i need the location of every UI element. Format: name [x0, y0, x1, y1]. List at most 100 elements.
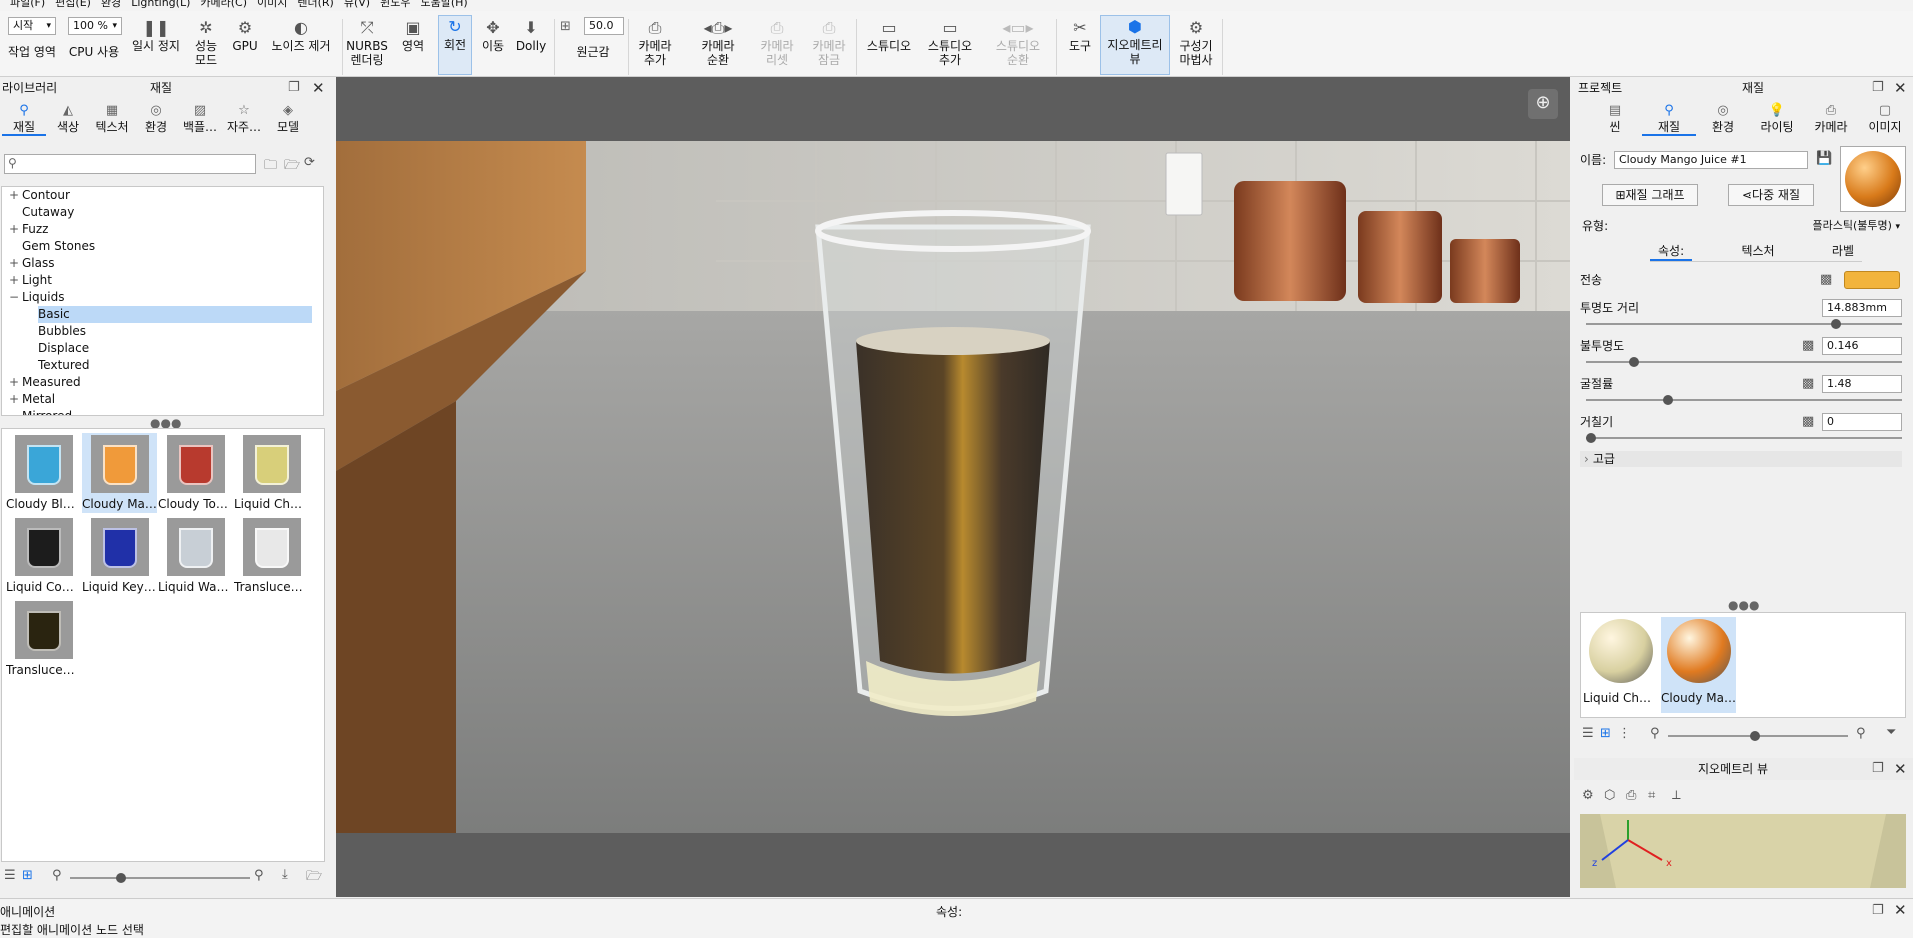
zoom-in-icon[interactable]: ⚲ [254, 868, 264, 883]
property-slider[interactable] [1586, 433, 1902, 443]
mesh-icon[interactable]: ⌗ [1648, 788, 1655, 803]
advanced-section[interactable]: › 고급 [1580, 451, 1902, 467]
material-name-input[interactable]: Cloudy Mango Juice #1 [1614, 151, 1808, 169]
rotate-button[interactable]: ↻ 회전 [438, 15, 472, 75]
move-button[interactable]: ✥ 이동 [476, 17, 510, 75]
texture-map-icon[interactable]: ▩ [1820, 272, 1832, 287]
project-tab[interactable]: ▢ 이미지 [1858, 102, 1912, 136]
menu-item[interactable]: 환경 [101, 0, 121, 10]
property-slider[interactable] [1586, 319, 1902, 329]
expand-toggle-icon[interactable]: + [6, 391, 22, 408]
list-view-icon[interactable]: ☰ [4, 868, 16, 883]
menu-item[interactable]: 편집(E) [55, 0, 91, 10]
tree-item[interactable]: + Contour [9, 187, 70, 204]
axes-icon[interactable]: ⟂ [1672, 788, 1681, 803]
menu-item[interactable]: 윈도우 [380, 0, 410, 10]
camera-reset-button[interactable]: ⎙ 카메라 리셋 [754, 17, 800, 75]
float-panel-icon[interactable]: ❐ [1872, 758, 1884, 780]
settings-icon[interactable]: ⚙ [1582, 788, 1594, 803]
library-search-input[interactable]: ⚲ [4, 154, 256, 174]
expand-toggle-icon[interactable]: + [6, 221, 22, 238]
thumbnail-size-slider[interactable] [1668, 731, 1848, 741]
project-tab[interactable]: ⚲ 재질 [1642, 102, 1696, 136]
menu-item[interactable]: 도움말(H) [420, 0, 467, 10]
tree-item[interactable]: Textured [38, 357, 90, 374]
tree-item[interactable]: Cutaway [22, 204, 74, 221]
material-thumbnail[interactable]: Liquid Char… [234, 433, 309, 513]
library-tab[interactable]: ◈ 모델 [266, 102, 310, 136]
rendered-scene[interactable] [336, 141, 1570, 833]
add-studio-button[interactable]: ▭ 스튜디오 추가 [922, 17, 978, 75]
expand-toggle-icon[interactable]: − [6, 289, 22, 306]
library-tab[interactable]: ▦ 텍스처 [90, 102, 134, 136]
menu-item[interactable]: 이미지 [257, 0, 287, 10]
project-tab[interactable]: 💡 라이팅 [1750, 102, 1804, 136]
slider-knob[interactable] [1830, 319, 1841, 329]
slider-knob[interactable] [1628, 357, 1639, 367]
studio-cycle-button[interactable]: ◂▭▸ 스튜디오 순환 [988, 17, 1048, 75]
float-panel-icon[interactable]: ❐ [1872, 77, 1884, 99]
close-icon[interactable]: ✕ [1894, 901, 1907, 919]
project-tab[interactable]: ◎ 환경 [1696, 102, 1750, 136]
material-thumbnail[interactable]: Liquid KeyS… [82, 516, 157, 596]
library-tab[interactable]: ◭ 색상 [46, 102, 90, 136]
geometry-view-canvas[interactable]: z x [1580, 814, 1906, 888]
property-value-input[interactable]: 1.48 [1822, 375, 1902, 393]
zoom-in-icon[interactable]: ⚲ [1856, 726, 1866, 741]
list-view-icon[interactable]: ☰ [1582, 726, 1594, 741]
close-icon[interactable]: ✕ [312, 77, 325, 99]
performance-mode-button[interactable]: ✲ 성능 모드 [188, 17, 224, 75]
property-slider[interactable] [1586, 357, 1902, 367]
slider-knob[interactable] [1662, 395, 1673, 405]
material-type-select[interactable]: 플라스틱(불투명) ▾ [1762, 218, 1904, 236]
material-thumbnail[interactable]: Liquid Coffee [6, 516, 81, 596]
library-tab[interactable]: ◎ 환경 [134, 102, 178, 136]
camera-cycle-button[interactable]: ◂⎙▸ 카메라 순환 [690, 17, 746, 75]
perspective-button[interactable]: 원근감 [566, 45, 620, 69]
property-value-input[interactable]: 0 [1822, 413, 1902, 431]
gpu-button[interactable]: ⚙ GPU [228, 17, 262, 75]
material-thumbnail[interactable]: Cloudy Man… [82, 433, 157, 513]
slider-knob[interactable] [1750, 731, 1760, 741]
scene-material-thumbnail[interactable]: Cloudy Ma… [1661, 617, 1736, 713]
save-icon[interactable]: 💾 [1816, 151, 1832, 166]
nurbs-render-button[interactable]: ⤱ NURBS 렌더링 [346, 17, 388, 75]
geometry-view-button[interactable]: ⬢ 지오메트리 뷰 [1100, 15, 1170, 75]
cpu-button[interactable]: CPU 사용 [66, 45, 122, 69]
tree-item[interactable]: + Glass [9, 255, 55, 272]
project-tab[interactable]: ⎙ 카메라 [1804, 102, 1858, 136]
camera-icon[interactable]: ⎙ [1626, 788, 1636, 803]
slider-knob[interactable] [116, 873, 126, 883]
property-subtab[interactable]: 텍스처 [1733, 242, 1782, 261]
tree-item[interactable]: Bubbles [38, 323, 86, 340]
tree-item[interactable]: Gem Stones [22, 238, 95, 255]
float-panel-icon[interactable]: ❐ [1872, 903, 1884, 918]
thumbnail-size-slider[interactable] [70, 873, 250, 883]
material-thumbnail[interactable]: Cloudy Tom… [158, 433, 233, 513]
zoom-out-icon[interactable]: ⚲ [52, 868, 62, 883]
property-subtab[interactable]: 속성: [1650, 242, 1693, 261]
refresh-icon[interactable]: ⟳ [304, 155, 315, 170]
zoom-out-icon[interactable]: ⚲ [1650, 726, 1660, 741]
slider-knob[interactable] [1586, 433, 1596, 443]
property-subtab[interactable]: 라벨 [1824, 242, 1862, 261]
material-graph-button[interactable]: ⊞재질 그래프 [1602, 184, 1698, 206]
material-thumbnail[interactable]: Liquid Water [158, 516, 233, 596]
multi-material-button[interactable]: ⋖다중 재질 [1728, 184, 1814, 206]
texture-map-icon[interactable]: ▩ [1802, 338, 1814, 353]
config-wizard-button[interactable]: ⚙ 구성기 마법사 [1174, 17, 1218, 75]
property-value-input[interactable]: 14.883mm [1822, 299, 1902, 317]
tree-item[interactable]: − Liquids [9, 289, 64, 306]
expand-toggle-icon[interactable]: + [6, 374, 22, 391]
material-thumbnail[interactable]: Cloudy Blue… [6, 433, 81, 513]
folder-icon[interactable]: 🗀 [264, 156, 277, 178]
render-viewport[interactable]: ⊕ [336, 77, 1570, 897]
denoise-button[interactable]: ◐ 노이즈 제거 [266, 17, 336, 75]
grid-view-icon[interactable]: ⊞ [22, 868, 33, 883]
material-preview[interactable] [1840, 146, 1906, 212]
tools-button[interactable]: ✂ 도구 [1062, 17, 1098, 75]
dolly-button[interactable]: ⬇ Dolly [512, 17, 550, 75]
expand-toggle-icon[interactable]: + [6, 187, 22, 204]
region-button[interactable]: ▣ 영역 [396, 17, 430, 75]
grid-view-icon[interactable]: ⊞ [1600, 726, 1611, 741]
